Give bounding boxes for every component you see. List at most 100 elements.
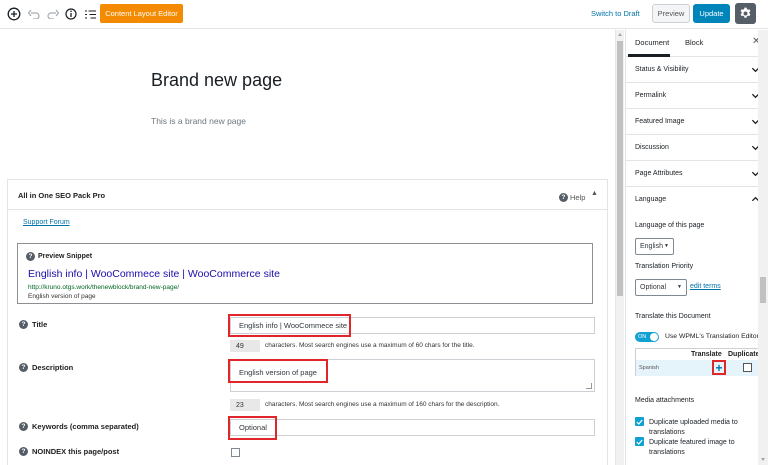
- tab-document[interactable]: Document: [635, 38, 669, 47]
- help-label: Help: [570, 193, 586, 202]
- sidebar-scrollbar[interactable]: [758, 30, 768, 465]
- keywords-input[interactable]: Optional: [230, 419, 595, 436]
- editor-scrollbar[interactable]: [615, 30, 624, 465]
- translation-table: Translate Duplicate Spanish +: [635, 348, 761, 376]
- seo-meta-box-header[interactable]: All in One SEO Pack Pro ? Help ▲: [8, 180, 607, 210]
- translation-editor-toggle[interactable]: ON: [635, 332, 659, 342]
- language-value: English: [640, 243, 663, 250]
- settings-gear-icon[interactable]: [735, 3, 756, 24]
- outline-icon[interactable]: [82, 6, 98, 22]
- highlight-box: [228, 314, 351, 337]
- media-attachments-label: Media attachments: [635, 397, 695, 404]
- preview-snippet-label-text: Preview Snippet: [38, 253, 93, 260]
- preview-snippet-label: ? Preview Snippet: [26, 252, 92, 261]
- preview-snippet-box: ? Preview Snippet English info | WooComme…: [17, 243, 593, 304]
- table-row: Spanish +: [636, 360, 760, 376]
- toggle-knob: [650, 333, 658, 341]
- support-forum-link[interactable]: Support Forum: [23, 219, 70, 226]
- snippet-title: English info | WooCommece site | WooComm…: [28, 268, 280, 280]
- language-select[interactable]: English ▼: [635, 238, 674, 255]
- panel-label: Language: [635, 196, 667, 203]
- sidebar-tabs: Document Block ✕: [626, 30, 768, 57]
- translate-document-label: Translate this Document: [635, 313, 711, 320]
- dropdown-arrow-icon: ▼: [677, 284, 682, 290]
- checkmark-icon: [636, 419, 643, 425]
- translate-column-header: Translate: [691, 351, 722, 358]
- panel-label: Featured Image: [635, 118, 685, 125]
- priority-value: Optional: [640, 284, 667, 291]
- panel-page-attributes[interactable]: Page Attributes: [626, 161, 768, 187]
- translation-priority-label: Translation Priority: [635, 263, 694, 270]
- title-label: ? Title: [19, 320, 47, 329]
- help-button[interactable]: ? Help: [559, 193, 585, 202]
- description-label: ? Description: [19, 363, 73, 372]
- keywords-label: ? Keywords (comma separated): [19, 422, 139, 431]
- content-layout-editor-button[interactable]: Content Layout Editor: [100, 4, 183, 23]
- duplicate-checkbox[interactable]: [743, 363, 752, 372]
- resize-grip-icon[interactable]: [586, 383, 592, 389]
- help-icon: ?: [559, 193, 568, 202]
- add-block-icon[interactable]: [6, 6, 22, 22]
- title-char-counter: 49: [230, 340, 260, 352]
- preview-button[interactable]: Preview: [652, 4, 690, 23]
- page-title[interactable]: Brand new page: [151, 70, 282, 91]
- featured-image-option-label: Duplicate featured image to translations: [649, 439, 735, 456]
- checkmark-icon: [636, 439, 643, 445]
- description-hint: characters. Most search engines use a ma…: [265, 401, 500, 408]
- highlight-box: [228, 416, 277, 440]
- translation-table-header: Translate Duplicate: [636, 349, 760, 360]
- title-hint: characters. Most search engines use a ma…: [265, 342, 475, 349]
- toggle-state: ON: [638, 334, 647, 340]
- scroll-up-arrow-icon[interactable]: [618, 33, 622, 36]
- redo-icon[interactable]: [45, 6, 61, 22]
- collapse-caret-icon[interactable]: ▲: [591, 190, 598, 197]
- tab-block[interactable]: Block: [685, 38, 703, 47]
- panel-label: Discussion: [635, 144, 669, 151]
- featured-image-checkbox[interactable]: [635, 437, 644, 446]
- language-of-page-label: Language of this page: [635, 222, 705, 229]
- help-icon[interactable]: ?: [19, 422, 28, 431]
- media-checkbox[interactable]: [635, 417, 644, 426]
- translation-priority-select[interactable]: Optional ▼: [635, 279, 687, 296]
- switch-to-draft-link[interactable]: Switch to Draft: [591, 9, 640, 18]
- snippet-url: http://kruno.otgs.work/thenewblock/brand…: [28, 284, 180, 291]
- help-icon[interactable]: ?: [26, 252, 35, 261]
- toggle-label: Use WPML's Translation Editor: [665, 333, 759, 340]
- duplicate-column-header: Duplicate: [728, 351, 760, 358]
- update-button[interactable]: Update: [693, 4, 730, 23]
- snippet-description: English version of page: [28, 293, 96, 300]
- panel-discussion[interactable]: Discussion: [626, 135, 768, 161]
- row-language: Spanish: [639, 365, 659, 371]
- panel-label: Status & Visibility: [635, 66, 689, 73]
- edit-terms-link[interactable]: edit terms: [690, 283, 721, 290]
- panel-label: Permalink: [635, 92, 667, 99]
- panel-featured-image[interactable]: Featured Image: [626, 109, 768, 135]
- seo-panel-title: All in One SEO Pack Pro: [18, 191, 106, 200]
- help-icon[interactable]: ?: [19, 363, 28, 372]
- info-icon[interactable]: [63, 6, 79, 22]
- panel-permalink[interactable]: Permalink: [626, 83, 768, 109]
- highlight-box: [228, 359, 328, 383]
- panel-language[interactable]: Language: [626, 187, 768, 213]
- noindex-label: ? NOINDEX this page/post: [19, 447, 119, 456]
- help-icon[interactable]: ?: [19, 320, 28, 329]
- scrollbar-thumb[interactable]: [760, 277, 766, 303]
- undo-icon[interactable]: [26, 6, 42, 22]
- title-label-text: Title: [32, 320, 48, 329]
- keywords-label-text: Keywords (comma separated): [32, 422, 139, 431]
- editor-toolbar: Content Layout Editor Switch to Draft Pr…: [0, 0, 768, 29]
- panel-label: Page Attributes: [635, 170, 683, 177]
- dropdown-arrow-icon: ▼: [664, 243, 669, 249]
- help-icon[interactable]: ?: [19, 447, 28, 456]
- media-option-label: Duplicate uploaded media to translations: [649, 419, 738, 436]
- noindex-checkbox[interactable]: [231, 448, 240, 457]
- highlight-box: [712, 360, 726, 375]
- page-paragraph[interactable]: This is a brand new page: [151, 116, 246, 126]
- description-label-text: Description: [32, 363, 74, 372]
- settings-sidebar: Document Block ✕ Status & Visibility Per…: [625, 30, 768, 465]
- panel-status-visibility[interactable]: Status & Visibility: [626, 57, 768, 83]
- description-char-counter: 23: [230, 399, 260, 411]
- scroll-down-arrow-icon[interactable]: [761, 458, 765, 461]
- noindex-label-text: NOINDEX this page/post: [32, 447, 120, 456]
- scrollbar-thumb[interactable]: [617, 41, 623, 296]
